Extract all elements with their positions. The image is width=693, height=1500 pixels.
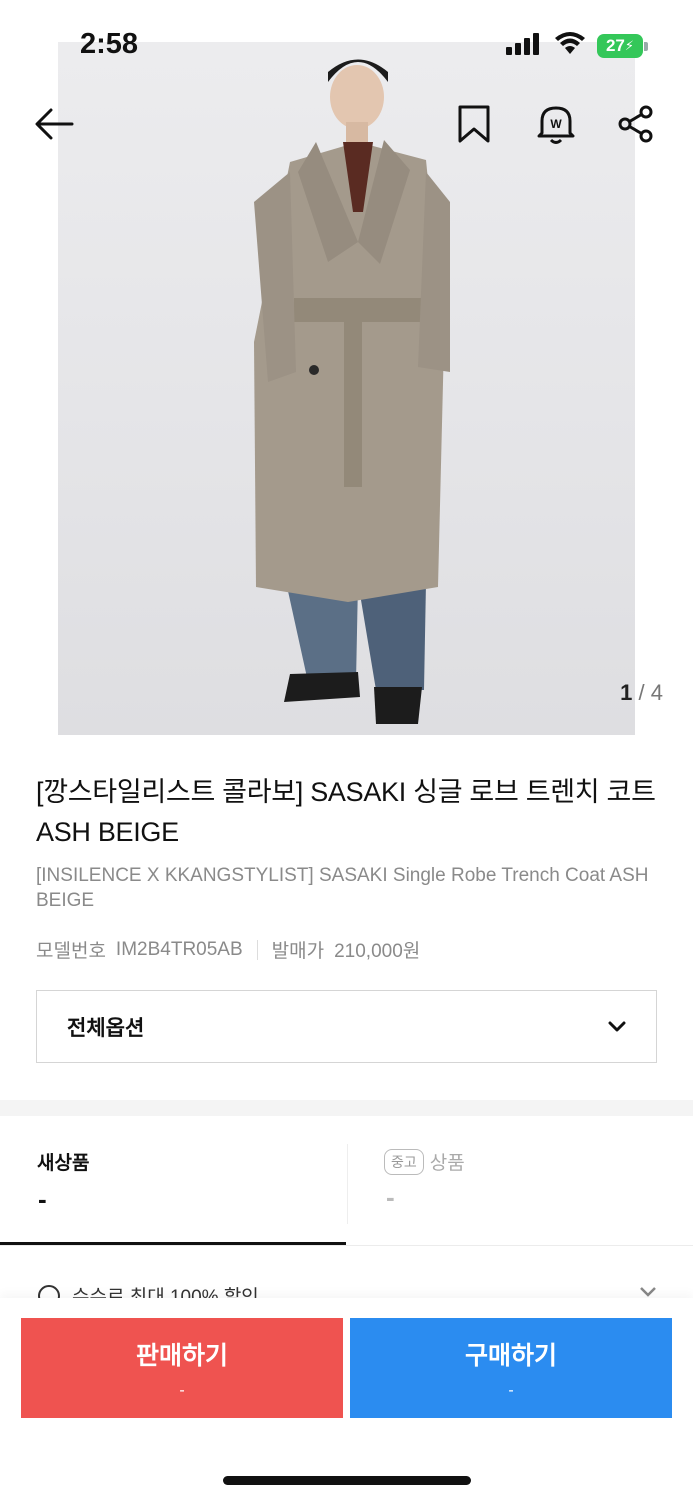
charging-bolt-icon: ⚡ [624,38,635,53]
buy-button-label: 구매하기 [464,1342,557,1370]
chevron-down-icon[interactable] [639,1286,657,1298]
used-badge: 중고 [384,1148,424,1175]
bookmark-button[interactable] [450,100,498,148]
gallery-counter: 1 / 4 [620,680,663,706]
gallery-current: 1 [620,680,633,705]
tab-used-label: 상품 [429,1153,465,1174]
release-price-value: 210,000원 [334,941,421,962]
tab-new-price: - [38,1184,47,1214]
sell-button-label: 판매하기 [135,1342,228,1370]
share-button[interactable] [612,100,660,148]
condition-tabs: 새상품 - 중고 상품 - [0,1116,693,1246]
product-image-gallery[interactable]: 1 / 4 [0,0,693,735]
option-select-label: 전체옵션 [67,1016,145,1040]
svg-text:W: W [550,117,562,131]
buy-button-price: - [508,1382,514,1399]
gallery-separator: / [638,680,645,705]
option-select[interactable]: 전체옵션 [36,990,657,1063]
wifi-icon [555,32,585,54]
tab-used-product[interactable]: 중고 상품 - [347,1144,693,1224]
meta-divider [256,939,258,960]
section-divider [0,1100,693,1116]
battery-indicator: 27 ⚡ [597,34,643,58]
home-indicator[interactable] [223,1476,471,1485]
price-alert-button[interactable]: W [532,100,580,148]
back-button[interactable] [30,100,78,148]
battery-level: 27 [605,36,625,55]
share-icon [618,105,653,143]
sell-button-price: - [179,1382,185,1399]
product-subtitle: [INSILENCE X KKANGSTYLIST] SASAKI Single… [36,865,649,911]
tab-new-product[interactable]: 새상품 - [0,1116,346,1244]
product-meta: 모델번호 IM2B4TR05AB 발매가 210,000원 [36,936,420,963]
bottom-action-bar: 판매하기 - 구매하기 - [0,1298,693,1500]
sell-button[interactable]: 판매하기 - [21,1318,343,1418]
status-bar: 2:58 27 ⚡ [0,0,693,90]
tab-new-label: 새상품 [37,1153,90,1174]
status-time: 2:58 [80,28,139,60]
tab-used-label-row: 중고 상품 [384,1148,465,1175]
chevron-down-icon [608,1021,626,1031]
cellular-signal-icon [506,33,539,55]
bookmark-icon [458,105,490,143]
buy-button[interactable]: 구매하기 - [350,1318,672,1418]
active-tab-indicator [0,1242,346,1245]
arrow-left-icon [35,108,74,140]
battery-tip [644,42,648,51]
tab-used-price: - [386,1182,395,1212]
model-number-value: IM2B4TR05AB [115,938,243,960]
price-alert-bell-icon: W [537,106,575,144]
release-price-label: 발매가 [271,941,325,962]
gallery-total: 4 [650,680,663,705]
product-title: [깡스타일리스트 콜라보] SASAKI 싱글 로브 트렌치 코트 ASH BE… [36,777,656,847]
model-number-label: 모델번호 [36,941,106,962]
